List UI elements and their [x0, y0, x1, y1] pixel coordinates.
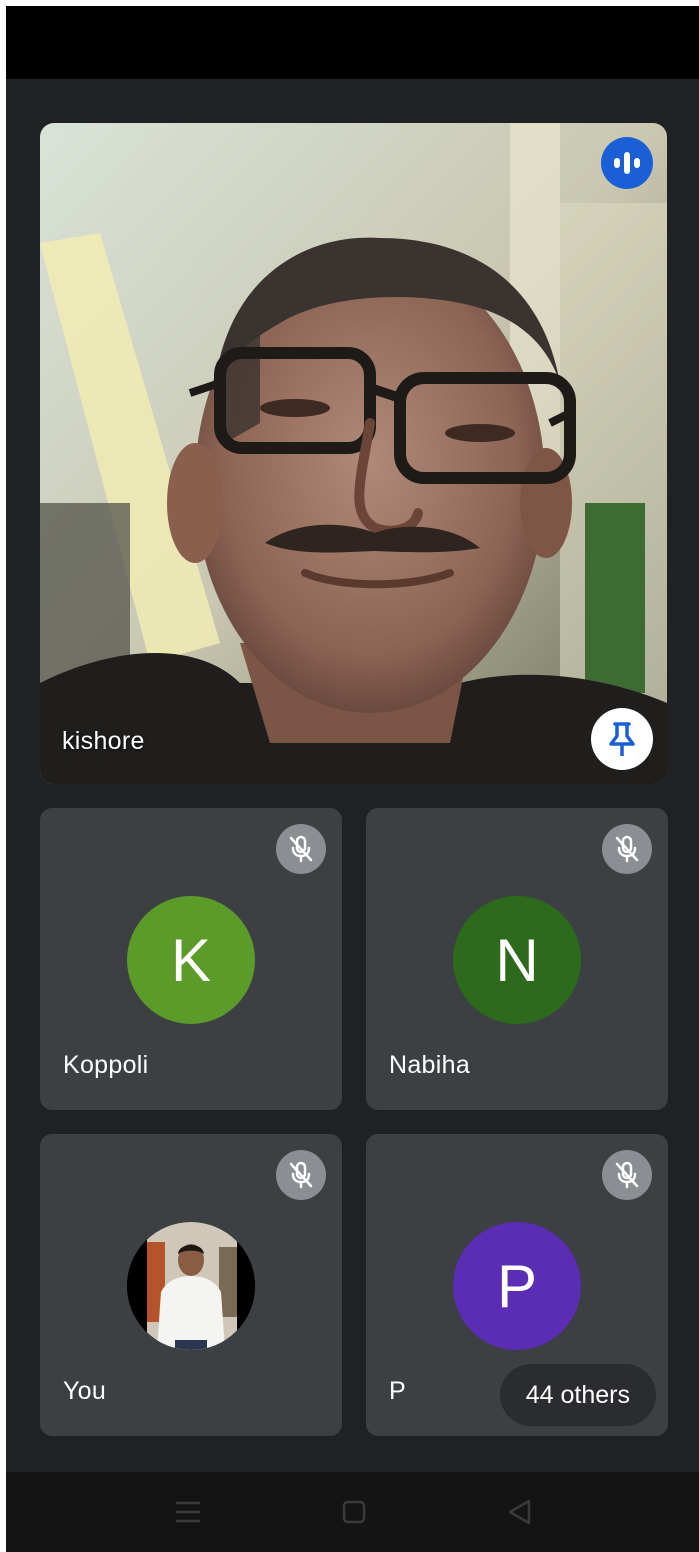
- participant-tile-nabiha[interactable]: N Nabiha: [366, 808, 668, 1110]
- home-icon: [342, 1500, 366, 1524]
- featured-video-tile[interactable]: kishore: [40, 123, 667, 784]
- avatar: P: [453, 1222, 581, 1350]
- pin-button[interactable]: [591, 708, 653, 770]
- meeting-screen: kishore K Koppoli N Nabiha You P P 44 ot…: [6, 6, 699, 1552]
- participant-name: Koppoli: [63, 1051, 149, 1079]
- profile-photo: [127, 1222, 255, 1350]
- participant-video: [40, 123, 667, 784]
- back-icon: [508, 1499, 531, 1525]
- participant-name: Nabiha: [389, 1051, 471, 1079]
- mic-off-badge: [276, 1150, 326, 1200]
- audio-wave-icon: [614, 152, 640, 174]
- pin-icon: [609, 722, 635, 756]
- participant-name: kishore: [62, 727, 145, 755]
- participant-name: You: [63, 1377, 107, 1405]
- recent-apps-icon: [176, 1501, 200, 1523]
- speaking-indicator: [601, 137, 653, 189]
- mic-off-icon: [289, 1161, 313, 1189]
- back-button[interactable]: [500, 1492, 540, 1532]
- mic-off-icon: [615, 835, 639, 863]
- navigation-bar: [6, 1472, 699, 1552]
- status-bar: [6, 6, 699, 79]
- mic-off-icon: [289, 835, 313, 863]
- others-button[interactable]: 44 others: [499, 1364, 656, 1426]
- mic-off-badge: [602, 824, 652, 874]
- mic-off-badge: [602, 1150, 652, 1200]
- participant-tile-koppoli[interactable]: K Koppoli: [40, 808, 342, 1110]
- participant-tile-p[interactable]: P P 44 others: [366, 1134, 668, 1436]
- avatar: K: [127, 896, 255, 1024]
- avatar: N: [453, 896, 581, 1024]
- participant-tile-you[interactable]: You: [40, 1134, 342, 1436]
- home-button[interactable]: [334, 1492, 374, 1532]
- recent-apps-button[interactable]: [168, 1492, 208, 1532]
- participant-name: P: [389, 1377, 406, 1405]
- mic-off-badge: [276, 824, 326, 874]
- mic-off-icon: [615, 1161, 639, 1189]
